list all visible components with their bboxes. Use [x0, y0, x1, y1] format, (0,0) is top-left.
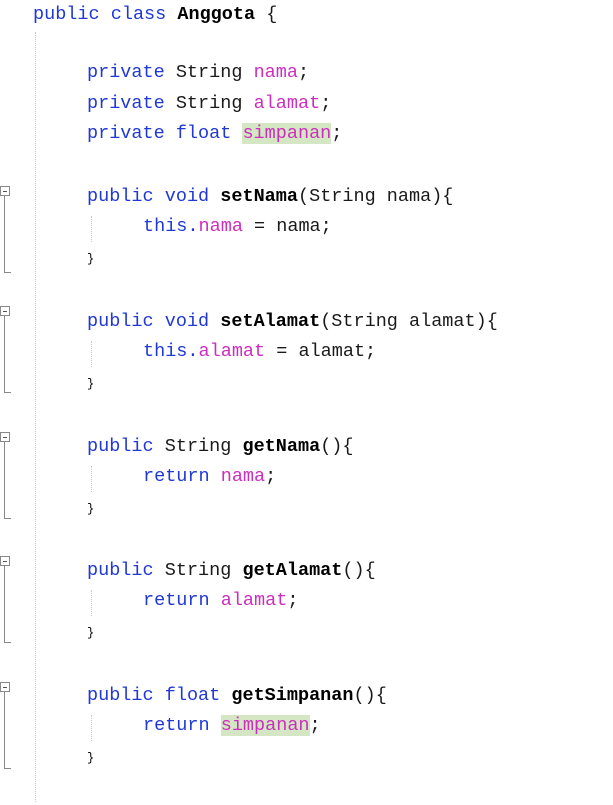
fold-line — [4, 442, 5, 518]
collapse-fold-icon[interactable] — [0, 306, 10, 316]
fold-line — [4, 196, 5, 272]
fold-end-marker — [4, 272, 11, 273]
method-name: getNama — [242, 436, 321, 457]
method-signature-line[interactable]: public void setAlamat(String alamat){ — [87, 309, 498, 335]
body-suffix: = alamat; — [265, 341, 377, 362]
body-suffix: = nama; — [242, 216, 332, 237]
body-suffix: ; — [265, 466, 277, 487]
indent-guide — [91, 715, 92, 741]
class-open-brace: { — [266, 4, 278, 25]
field-name: nama — [253, 62, 298, 83]
body-prefix: return — [143, 466, 221, 487]
field-terminator: ; — [297, 62, 310, 83]
method-signature-line[interactable]: public String getNama(){ — [87, 434, 354, 460]
body-field: alamat — [220, 590, 288, 611]
method-modifier: public — [87, 560, 154, 581]
method-close-brace: } — [87, 751, 95, 765]
method-body-line[interactable]: this.alamat = alamat; — [143, 339, 376, 365]
method-body-line[interactable]: return simpanan; — [143, 713, 321, 739]
fold-line — [4, 316, 5, 392]
fold-region — [0, 306, 12, 394]
method-return-type: String — [164, 436, 232, 457]
method-close-brace: } — [87, 626, 95, 640]
fold-line — [4, 692, 5, 768]
method-close-brace: } — [87, 502, 95, 516]
field-type: String — [175, 62, 243, 83]
class-keyword: class — [110, 4, 167, 25]
indent-guide — [91, 590, 92, 616]
field-line[interactable]: private String alamat; — [87, 91, 331, 117]
method-params: (){ — [342, 560, 376, 581]
code-editor[interactable]: public class Anggota { private String na… — [0, 0, 613, 805]
body-prefix: this. — [143, 341, 199, 362]
fold-end-marker — [4, 642, 11, 643]
body-prefix: return — [143, 590, 221, 611]
field-terminator: ; — [331, 123, 343, 144]
method-body-line[interactable]: return nama; — [143, 464, 276, 490]
method-signature-line[interactable]: public float getSimpanan(){ — [87, 683, 387, 709]
class-modifier: public — [33, 4, 100, 25]
method-params: (String alamat){ — [320, 311, 498, 332]
method-return-type: float — [164, 685, 221, 706]
method-close-brace: } — [87, 252, 95, 266]
method-body-line[interactable]: this.nama = nama; — [143, 214, 332, 240]
body-prefix: this. — [143, 216, 199, 237]
collapse-fold-icon[interactable] — [0, 556, 10, 566]
field-terminator: ; — [320, 93, 332, 114]
method-return-type: String — [164, 560, 232, 581]
fold-end-marker — [4, 768, 11, 769]
field-modifier: private — [87, 123, 165, 144]
indent-guide — [91, 216, 92, 242]
body-field: nama — [220, 466, 266, 487]
field-name: alamat — [253, 93, 321, 114]
fold-region — [0, 682, 12, 770]
method-modifier: public — [87, 311, 154, 332]
body-suffix: ; — [287, 590, 299, 611]
field-line[interactable]: private float simpanan; — [87, 121, 342, 147]
class-name: Anggota — [177, 4, 256, 25]
field-type: float — [175, 123, 232, 144]
method-modifier: public — [87, 436, 154, 457]
collapse-fold-icon[interactable] — [0, 432, 10, 442]
field-modifier: private — [87, 62, 165, 83]
indent-guide — [91, 341, 92, 367]
method-signature-line[interactable]: public void setNama(String nama){ — [87, 184, 453, 210]
fold-region — [0, 556, 12, 644]
method-return-type: void — [164, 311, 210, 332]
method-modifier: public — [87, 685, 154, 706]
method-params: (){ — [320, 436, 354, 457]
collapse-fold-icon[interactable] — [0, 682, 10, 692]
class-declaration-line[interactable]: public class Anggota { — [33, 2, 277, 28]
body-prefix: return — [143, 715, 221, 736]
fold-region — [0, 432, 12, 520]
field-type: String — [175, 93, 243, 114]
indent-guide — [35, 32, 36, 802]
method-name: setAlamat — [220, 311, 321, 332]
indent-guide — [91, 466, 92, 492]
fold-end-marker — [4, 518, 11, 519]
method-body-line[interactable]: return alamat; — [143, 588, 298, 614]
body-field: nama — [198, 216, 243, 237]
field-name-highlighted: simpanan — [242, 123, 332, 144]
body-suffix: ; — [309, 715, 321, 736]
method-return-type: void — [164, 186, 210, 207]
body-field-highlighted: simpanan — [220, 715, 310, 736]
fold-line — [4, 566, 5, 642]
method-params: (String nama){ — [297, 186, 454, 207]
field-modifier: private — [87, 93, 165, 114]
field-line[interactable]: private String nama; — [87, 60, 309, 86]
fold-end-marker — [4, 392, 11, 393]
method-name: getAlamat — [242, 560, 343, 581]
method-name: getSimpanan — [231, 685, 354, 706]
method-name: setNama — [220, 186, 298, 207]
method-signature-line[interactable]: public String getAlamat(){ — [87, 558, 376, 584]
method-modifier: public — [87, 186, 154, 207]
fold-region — [0, 186, 12, 274]
method-close-brace: } — [87, 377, 95, 391]
collapse-fold-icon[interactable] — [0, 186, 10, 196]
method-params: (){ — [353, 685, 387, 706]
body-field: alamat — [198, 341, 266, 362]
